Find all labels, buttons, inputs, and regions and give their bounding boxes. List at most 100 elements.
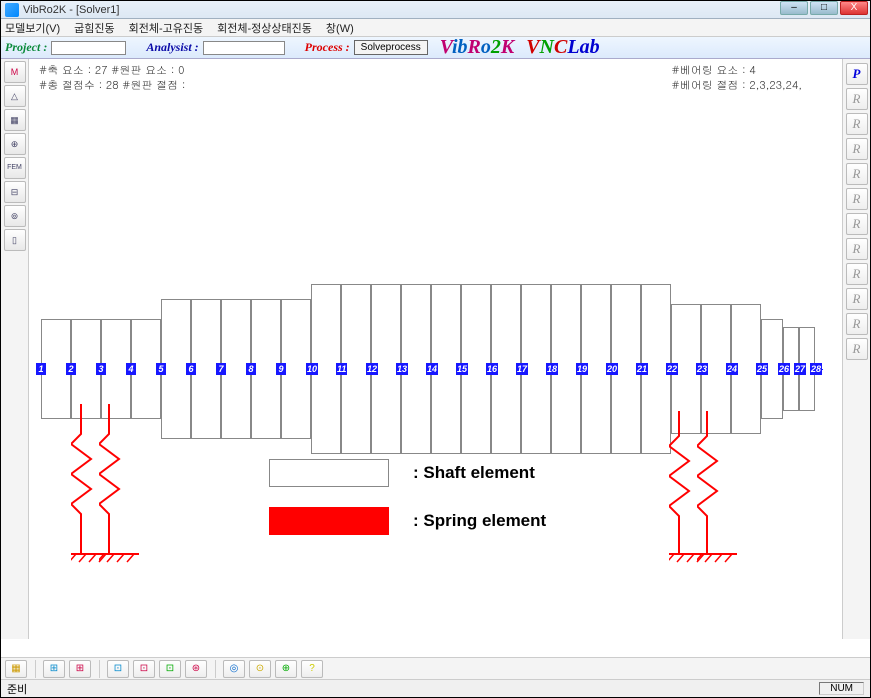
info-top-right: #베어링 요소 : 4 #베어링 절점 : 2,3,23,24, [671, 63, 802, 93]
rt-r7-icon[interactable]: R [846, 238, 868, 260]
solve-button[interactable]: Solveprocess [354, 40, 428, 55]
status-ready: 준비 [7, 681, 27, 697]
node-number: 3 [96, 363, 106, 375]
rt-r11-icon[interactable]: R [846, 338, 868, 360]
menubar: 모델보기(V) 굽힘진동 회전체-고유진동 회전체-정상상태진동 창(W) [1, 19, 870, 37]
legend-shaft-label: : Shaft element [413, 463, 535, 483]
lt-fem-icon[interactable]: FEM [4, 157, 26, 179]
lt-geometry-icon[interactable]: △ [4, 85, 26, 107]
bt-4-icon[interactable]: ⊡ [107, 660, 129, 678]
info-node-count: #총 절점수 : 28 #원판 절점 : [39, 78, 185, 93]
lt-model-icon[interactable]: M [4, 61, 26, 83]
menu-rotor-natural[interactable]: 회전체-고유진동 [129, 20, 204, 36]
bt-3-icon[interactable]: ⊞ [69, 660, 91, 678]
node-number: 23 [696, 363, 708, 375]
app-icon [5, 3, 19, 17]
bt-6-icon[interactable]: ⊡ [159, 660, 181, 678]
titlebar: VibRo2K - [Solver1] [1, 1, 870, 19]
lt-bearing-icon[interactable]: ⊚ [4, 205, 26, 227]
vibro2k-logo: VibRo2K [440, 36, 515, 59]
node-number: 22 [666, 363, 678, 375]
bt-8-icon[interactable]: ◎ [223, 660, 245, 678]
legend-spring-label: : Spring element [413, 511, 546, 531]
maximize-button[interactable]: □ [810, 1, 838, 15]
bt-7-icon[interactable]: ⊛ [185, 660, 207, 678]
node-number: 14 [426, 363, 438, 375]
window-buttons: – □ X [778, 1, 868, 17]
rt-r8-icon[interactable]: R [846, 263, 868, 285]
bt-9-icon[interactable]: ⊙ [249, 660, 271, 678]
node-number: 12 [366, 363, 378, 375]
rt-r9-icon[interactable]: R [846, 288, 868, 310]
bt-2-icon[interactable]: ⊞ [43, 660, 65, 678]
node-number: 15 [456, 363, 468, 375]
project-bar: Project : Analysist : Process : Solvepro… [1, 37, 870, 59]
info-bearing-nodes: #베어링 절점 : 2,3,23,24, [671, 78, 802, 93]
bt-5-icon[interactable]: ⊡ [133, 660, 155, 678]
info-top-left: #축 요소 : 27 #원판 요소 : 0 #총 절점수 : 28 #원판 절점… [39, 63, 185, 93]
node-number: 10 [306, 363, 318, 375]
statusbar: 준비 NUM [1, 679, 870, 697]
rt-r5-icon[interactable]: R [846, 188, 868, 210]
analysis-field[interactable] [203, 41, 285, 55]
info-bearing-count: #베어링 요소 : 4 [671, 63, 802, 78]
bt-10-icon[interactable]: ⊕ [275, 660, 297, 678]
rt-r10-icon[interactable]: R [846, 313, 868, 335]
rt-r2-icon[interactable]: R [846, 113, 868, 135]
menu-rotor-steady[interactable]: 회전체-정상상태진동 [217, 20, 312, 36]
node-number: 11 [336, 363, 347, 375]
rt-plot-icon[interactable]: P [846, 63, 868, 85]
status-num: NUM [819, 682, 864, 695]
menu-window[interactable]: 창(W) [326, 20, 354, 36]
menu-bending[interactable]: 굽힘진동 [74, 20, 114, 36]
node-number: 5 [156, 363, 166, 375]
node-number: 28 [810, 363, 822, 375]
model-canvas[interactable]: #축 요소 : 27 #원판 요소 : 0 #총 절점수 : 28 #원판 절점… [29, 59, 842, 657]
node-number: 2 [66, 363, 76, 375]
node-number: 24 [726, 363, 738, 375]
left-toolbar: M △ ▦ ⊕ FEM ⊟ ⊚ ▯ [1, 59, 29, 639]
legend: : Shaft element : Spring element [269, 459, 546, 555]
lt-scale-icon[interactable]: ▯ [4, 229, 26, 251]
bt-1-icon[interactable]: ▦ [5, 660, 27, 678]
rt-r1-icon[interactable]: R [846, 88, 868, 110]
node-number: 8 [246, 363, 256, 375]
menu-modelview[interactable]: 모델보기(V) [5, 20, 60, 36]
node-number: 6 [186, 363, 196, 375]
logos: VibRo2K VNCLab [440, 36, 600, 59]
rt-r4-icon[interactable]: R [846, 163, 868, 185]
info-shaft-count: #축 요소 : 27 #원판 요소 : 0 [39, 63, 185, 78]
node-number: 9 [276, 363, 286, 375]
node-number: 26 [778, 363, 790, 375]
process-label: Process : [305, 40, 350, 55]
window-title: VibRo2K - [Solver1] [23, 4, 119, 16]
spring-left-2 [99, 404, 139, 564]
lt-node-icon[interactable]: ⊕ [4, 133, 26, 155]
node-number: 4 [126, 363, 136, 375]
node-number: 21 [636, 363, 648, 375]
node-number: 18 [546, 363, 558, 375]
node-number: 13 [396, 363, 408, 375]
right-toolbar: P R R R R R R R R R R R [842, 59, 870, 639]
lt-element-icon[interactable]: ⊟ [4, 181, 26, 203]
node-number: 27 [794, 363, 806, 375]
project-label: Project : [5, 40, 47, 55]
spring-right-2 [697, 411, 737, 566]
node-number: 17 [516, 363, 528, 375]
bt-11-icon[interactable]: ? [301, 660, 323, 678]
bottom-toolbar: ▦ ⊞ ⊞ ⊡ ⊡ ⊡ ⊛ ◎ ⊙ ⊕ ? [1, 657, 870, 679]
legend-shaft-swatch [269, 459, 389, 487]
vnclab-logo: VNCLab [526, 36, 599, 59]
node-number: 1 [36, 363, 46, 375]
rt-r6-icon[interactable]: R [846, 213, 868, 235]
rt-r3-icon[interactable]: R [846, 138, 868, 160]
node-number: 19 [576, 363, 588, 375]
node-number: 20 [606, 363, 618, 375]
legend-spring-swatch [269, 507, 389, 535]
project-field[interactable] [51, 41, 126, 55]
minimize-button[interactable]: – [780, 1, 808, 15]
node-number: 25 [756, 363, 768, 375]
node-number: 16 [486, 363, 498, 375]
close-button[interactable]: X [840, 1, 868, 15]
lt-grid-icon[interactable]: ▦ [4, 109, 26, 131]
